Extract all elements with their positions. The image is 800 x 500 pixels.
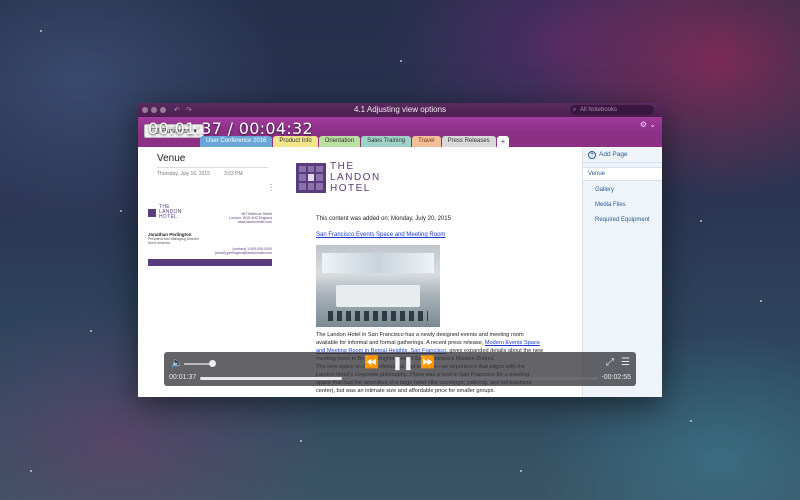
page-item-gallery[interactable]: Gallery: [583, 184, 662, 196]
page-list: Venue Gallery Media Files Required Equip…: [583, 167, 662, 226]
fast-forward-icon[interactable]: ⏩: [420, 355, 435, 369]
search-icon: ⌕: [573, 107, 577, 113]
list-icon[interactable]: ☰: [621, 357, 630, 368]
title-bar: ↶ ↷ 4.1 Adjusting view options ⌕ All Not…: [138, 103, 662, 117]
card-role: President and Managing Director North Am…: [148, 237, 272, 245]
tab-press-releases[interactable]: Press Releases: [441, 136, 496, 147]
tab-travel[interactable]: Travel: [412, 136, 441, 147]
added-date-text: This content was added on: Monday, July …: [316, 216, 451, 222]
plus-icon: +: [588, 150, 596, 159]
add-page-button[interactable]: + Add Page: [583, 147, 662, 163]
hotel-logo-line: LANDON: [330, 172, 381, 183]
settings-icon[interactable]: ⚙ ⌄: [640, 120, 656, 129]
scrubber-track[interactable]: [200, 377, 598, 380]
page-date-row: Thursday, July 16, 2015 3:03 PM: [157, 171, 268, 177]
card-logo-line: HOTEL: [159, 214, 178, 220]
page-item-required-equipment[interactable]: Required Equipment: [583, 214, 662, 226]
hotel-logo-line: HOTEL: [330, 183, 371, 194]
add-section-button[interactable]: +: [496, 136, 510, 147]
pause-icon[interactable]: ❚❚: [392, 355, 414, 371]
more-options-icon[interactable]: ⋮: [267, 183, 275, 192]
hotel-logo-line: THE: [330, 161, 355, 172]
tab-orientation[interactable]: Orientation: [318, 136, 361, 147]
search-input[interactable]: ⌕ All Notebooks: [570, 105, 654, 115]
tab-sales-training[interactable]: Sales Training: [361, 136, 412, 147]
page-item-venue[interactable]: Venue: [583, 167, 662, 181]
hotel-logo-icon: [296, 162, 326, 193]
card-footer-bar: [148, 259, 272, 266]
business-card-image: THE LANDON HOTEL 567 Bellevue Street Lon…: [148, 205, 272, 266]
elapsed-time: 00:01:37: [169, 374, 197, 381]
remaining-time: -00:02:55: [601, 374, 631, 381]
volume-slider[interactable]: [184, 363, 212, 365]
card-contact: (contact) 1-000-000-0000 (email) jperlin…: [148, 247, 272, 255]
page-title[interactable]: Venue: [157, 153, 268, 168]
overlay-timecode: 00:01:37 / 00:04:32: [148, 119, 313, 138]
page-time: 3:03 PM: [224, 171, 243, 177]
page-date: Thursday, July 16, 2015: [157, 171, 210, 177]
video-player-controls: 🔈 ⏪ ❚❚ ⏩ ⤢ ☰ 00:01:37 -00:02:55: [164, 352, 636, 386]
card-contact-line: (email) jperlington@landonhotel.com: [214, 251, 272, 255]
scrubber-progress: [200, 377, 343, 380]
hotel-logo-icon: [148, 208, 156, 217]
hotel-logo: THE LANDON HOTEL: [296, 161, 570, 194]
rewind-icon[interactable]: ⏪: [364, 355, 379, 369]
add-page-label: Add Page: [599, 151, 628, 158]
search-placeholder: All Notebooks: [580, 107, 618, 113]
venue-link[interactable]: San Francisco Events Space and Meeting R…: [316, 232, 570, 238]
page-item-media-files[interactable]: Media Files: [583, 199, 662, 211]
fullscreen-icon[interactable]: ⤢: [606, 357, 614, 368]
speaker-icon[interactable]: 🔈: [171, 358, 183, 369]
card-role-line: North America: [148, 241, 171, 245]
card-address-line: www.landonhotel.com: [237, 220, 272, 224]
meeting-room-photo: [316, 245, 440, 327]
volume-knob[interactable]: [209, 360, 216, 367]
